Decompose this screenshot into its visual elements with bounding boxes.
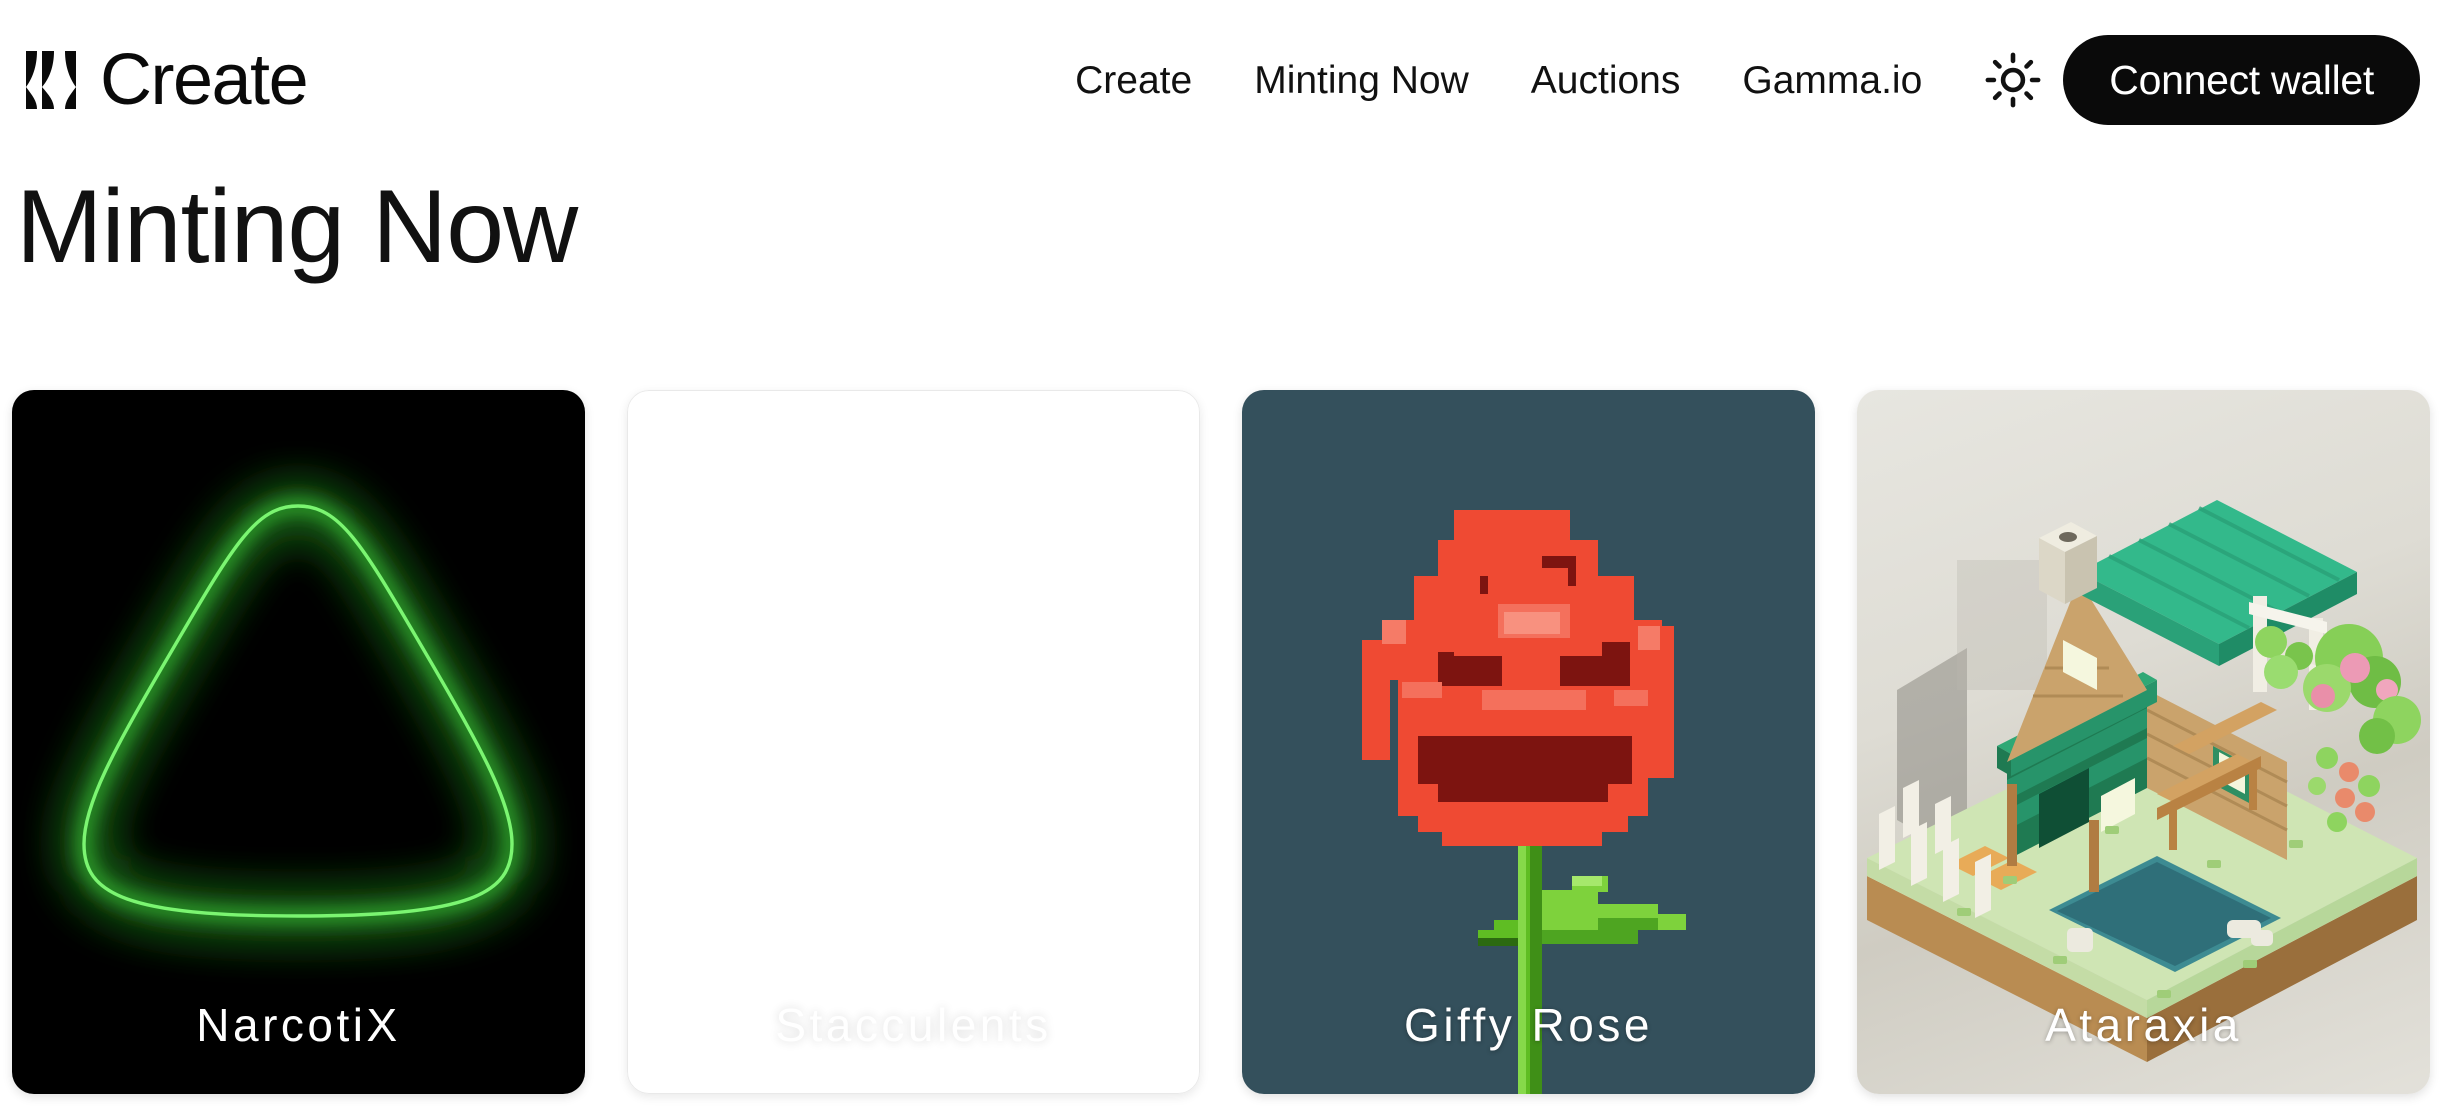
brand-logo[interactable]: Create (24, 32, 309, 128)
nav-link-minting-now[interactable]: Minting Now (1223, 61, 1500, 100)
pixel-rose-icon (1362, 510, 1686, 1094)
voxel-cabin-icon (1867, 500, 2421, 1062)
site-header: Create Create Minting Now Auctions Gamma… (0, 0, 2440, 160)
collection-card-ataraxia[interactable]: Ataraxia (1857, 390, 2430, 1094)
connect-wallet-button[interactable]: Connect wallet (2063, 35, 2420, 125)
stacculents-artwork-placeholder (627, 390, 1200, 1094)
theme-toggle-button[interactable] (1981, 48, 2045, 112)
collection-card-giffy-rose[interactable]: Giffy Rose (1242, 390, 1815, 1094)
hourglass-x-logo-icon (26, 51, 76, 109)
nav-link-create[interactable]: Create (1044, 61, 1223, 100)
collection-card-narcotix[interactable]: NarcotiX (12, 390, 585, 1094)
page-title: Minting Now (16, 169, 578, 285)
neon-triangle-icon (72, 494, 524, 928)
ataraxia-artwork (1857, 390, 2430, 1094)
narcotix-artwork (12, 390, 585, 1094)
sun-icon (1985, 52, 2041, 108)
nav-link-gamma-io[interactable]: Gamma.io (1711, 61, 1953, 100)
minting-now-card-grid: NarcotiX Stacculents Giffy Rose Ataraxia (12, 390, 2430, 1094)
brand-name: Create (100, 40, 309, 120)
main-nav: Create Minting Now Auctions Gamma.io Con… (1044, 35, 2420, 125)
giffy-rose-artwork (1242, 390, 1815, 1094)
nav-link-auctions[interactable]: Auctions (1500, 61, 1712, 100)
collection-card-stacculents[interactable]: Stacculents (627, 390, 1200, 1094)
